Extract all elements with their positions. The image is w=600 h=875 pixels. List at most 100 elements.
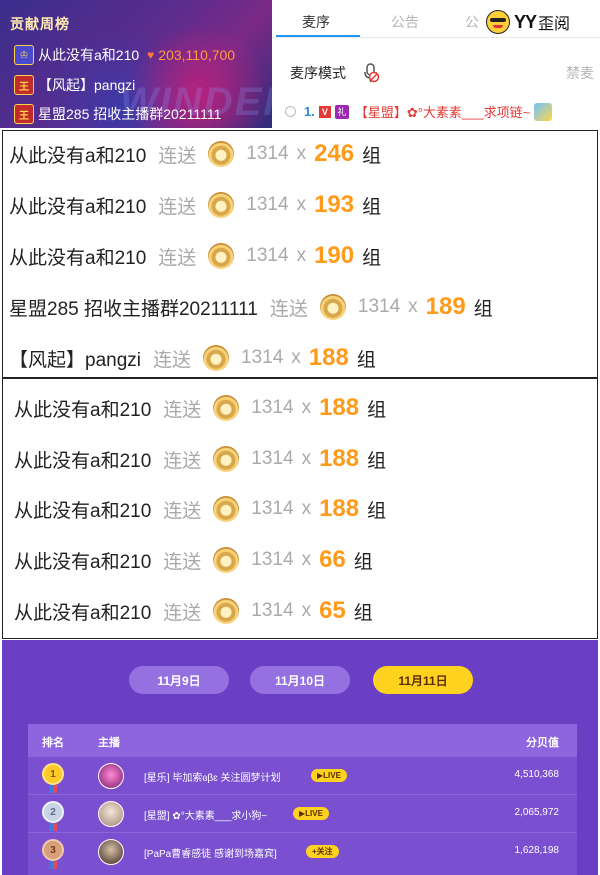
gift-value: 1314: [251, 448, 294, 469]
gift-unit: 组: [362, 145, 382, 167]
table-header: 排名 主播 分贝值: [28, 724, 577, 756]
live-badge[interactable]: ▶LIVE: [311, 769, 347, 782]
follow-badge[interactable]: +关注: [306, 845, 339, 858]
table-row[interactable]: 2 [星盟] ✿°大素素___求小狗~ ▶LIVE 2,065,972: [28, 794, 577, 833]
tab-divider: [272, 37, 600, 38]
date-tab-nov11[interactable]: 11月11日: [373, 666, 473, 694]
gift-count: 189: [425, 293, 466, 320]
gift-icon: [203, 345, 230, 371]
date-tab-nov10[interactable]: 11月10日: [250, 666, 350, 694]
gift-times: x: [301, 600, 312, 621]
gift-times: x: [301, 549, 312, 570]
mic-queue-item[interactable]: 1. V 礼 【星盟】✿°大素素___求项链~: [285, 102, 553, 121]
gift-count: 188: [308, 344, 349, 371]
gift-row: 从此没有a和210 连送 1314 x 188 组: [14, 439, 386, 479]
gift-count: 246: [314, 140, 355, 167]
crown-icon: ♔: [14, 45, 34, 65]
gift-value: 1314: [246, 143, 289, 164]
ban-mic-button[interactable]: 禁麦: [566, 63, 594, 83]
avatar[interactable]: [98, 839, 124, 865]
gift-sender: 从此没有a和210: [14, 500, 152, 522]
gift-unit: 组: [353, 602, 373, 624]
live-badge[interactable]: ▶LIVE: [293, 807, 329, 820]
gift-count: 65: [319, 597, 346, 624]
logo-text: YY: [514, 11, 537, 32]
top-strip: WINDER 贡献周榜 ♔ 从此没有a和210 ♥ 203,110,700 王 …: [0, 0, 600, 128]
gift-sender: 从此没有a和210: [9, 145, 147, 167]
tab-more[interactable]: 公: [465, 12, 479, 32]
gift-row: 星盟285 招收主播群20211111 连送 1314 x 189 组: [9, 287, 493, 327]
score-value: 4,510,368: [514, 769, 560, 780]
gift-row: 从此没有a和210 连送 1314 x 193 组: [9, 185, 381, 225]
heart-icon: ♥: [147, 48, 155, 62]
header-host: 主播: [98, 737, 120, 749]
gift-row: 从此没有a和210 连送 1314 x 190 组: [9, 236, 381, 276]
rank-panel-title: 贡献周榜: [10, 16, 70, 32]
king-badge-icon: 王: [14, 75, 34, 95]
gift-unit: 组: [367, 399, 387, 421]
leaderboard-table: 排名 主播 分贝值 1 [星乐] 毕加索ɞβɛ 关注圆梦计划 ▶LIVE 4,5…: [28, 724, 577, 875]
avatar: [534, 102, 553, 121]
gift-times: x: [301, 448, 312, 469]
host-name[interactable]: [星盟] ✿°大素素___求小狗~: [144, 807, 267, 822]
gift-value: 1314: [246, 245, 289, 266]
gift-value: 1314: [357, 296, 401, 317]
gift-icon: [208, 192, 235, 218]
gift-sender: 从此没有a和210: [14, 551, 152, 573]
rank-row[interactable]: 王 星盟285 招收主播群20211111: [14, 103, 221, 125]
gift-value: 1314: [241, 347, 284, 368]
date-tab-nov9[interactable]: 11月9日: [129, 666, 229, 694]
radio-icon[interactable]: [285, 106, 296, 117]
queue-name: 【星盟】✿°大素素___求项链~: [354, 105, 531, 120]
mic-mode-label: 麦序模式: [290, 65, 346, 81]
gift-times: x: [296, 194, 307, 215]
gift-row: 从此没有a和210 连送 1314 x 188 组: [14, 388, 386, 428]
gift-verb: 连送: [158, 247, 197, 269]
table-row[interactable]: 1 [星乐] 毕加索ɞβɛ 关注圆梦计划 ▶LIVE 4,510,368: [28, 756, 577, 795]
rank-number: 2: [42, 801, 64, 823]
header-score: 分贝值: [526, 737, 559, 749]
gift-verb: 连送: [163, 551, 202, 573]
gift-value: 1314: [251, 549, 294, 570]
gift-verb: 连送: [158, 196, 197, 218]
avatar[interactable]: [98, 763, 124, 789]
gift-icon: [208, 141, 235, 167]
ribbon-icon: [49, 785, 57, 793]
gift-unit: 组: [362, 247, 382, 269]
gift-times: x: [291, 347, 301, 368]
table-row[interactable]: 3 [PaPa曹睿感徒 感谢到场嘉宾] +关注 1,628,198: [28, 832, 577, 871]
gift-icon: [213, 395, 240, 421]
host-name[interactable]: [PaPa曹睿感徒 感谢到场嘉宾]: [144, 845, 277, 860]
yy-logo: YY 歪阅: [486, 10, 570, 34]
rank-name: 星盟285 招收主播群20211111: [38, 106, 222, 122]
mic-muted-icon[interactable]: [362, 62, 380, 84]
gift-unit: 组: [473, 298, 493, 320]
gift-value: 1314: [251, 498, 294, 519]
host-name[interactable]: [星乐] 毕加索ɞβɛ 关注圆梦计划: [144, 769, 281, 784]
gift-sender: 从此没有a和210: [9, 247, 147, 269]
gift-icon: [319, 294, 346, 320]
gift-sender: 从此没有a和210: [14, 450, 152, 472]
gift-verb: 连送: [158, 145, 197, 167]
gift-icon: [213, 598, 240, 624]
gift-row: 从此没有a和210 连送 1314 x 246 组: [9, 134, 381, 174]
avatar[interactable]: [98, 801, 124, 827]
gift-times: x: [296, 245, 307, 266]
gift-verb: 连送: [153, 349, 192, 371]
rank-row[interactable]: ♔ 从此没有a和210 ♥ 203,110,700: [14, 44, 235, 66]
tab-announcement[interactable]: 公告: [391, 12, 419, 32]
tab-mic-queue[interactable]: 麦序: [302, 12, 330, 32]
rank-row[interactable]: 王 【风起】pangzi: [14, 74, 135, 96]
gift-verb: 连送: [163, 602, 202, 624]
king-badge-icon: 王: [14, 104, 34, 124]
header-rank: 排名: [42, 737, 64, 749]
contribution-rank-panel: WINDER 贡献周榜 ♔ 从此没有a和210 ♥ 203,110,700 王 …: [0, 0, 272, 128]
gift-icon: [208, 243, 235, 269]
gift-verb: 连送: [163, 450, 202, 472]
gift-row: 从此没有a和210 连送 1314 x 66 组: [14, 540, 373, 580]
silver-medal-icon: 2: [42, 801, 64, 831]
gift-unit: 组: [356, 349, 376, 371]
gift-value: 1314: [251, 600, 294, 621]
gift-row: 从此没有a和210 连送 1314 x 65 组: [14, 591, 373, 631]
score-value: 1,628,198: [514, 845, 560, 856]
